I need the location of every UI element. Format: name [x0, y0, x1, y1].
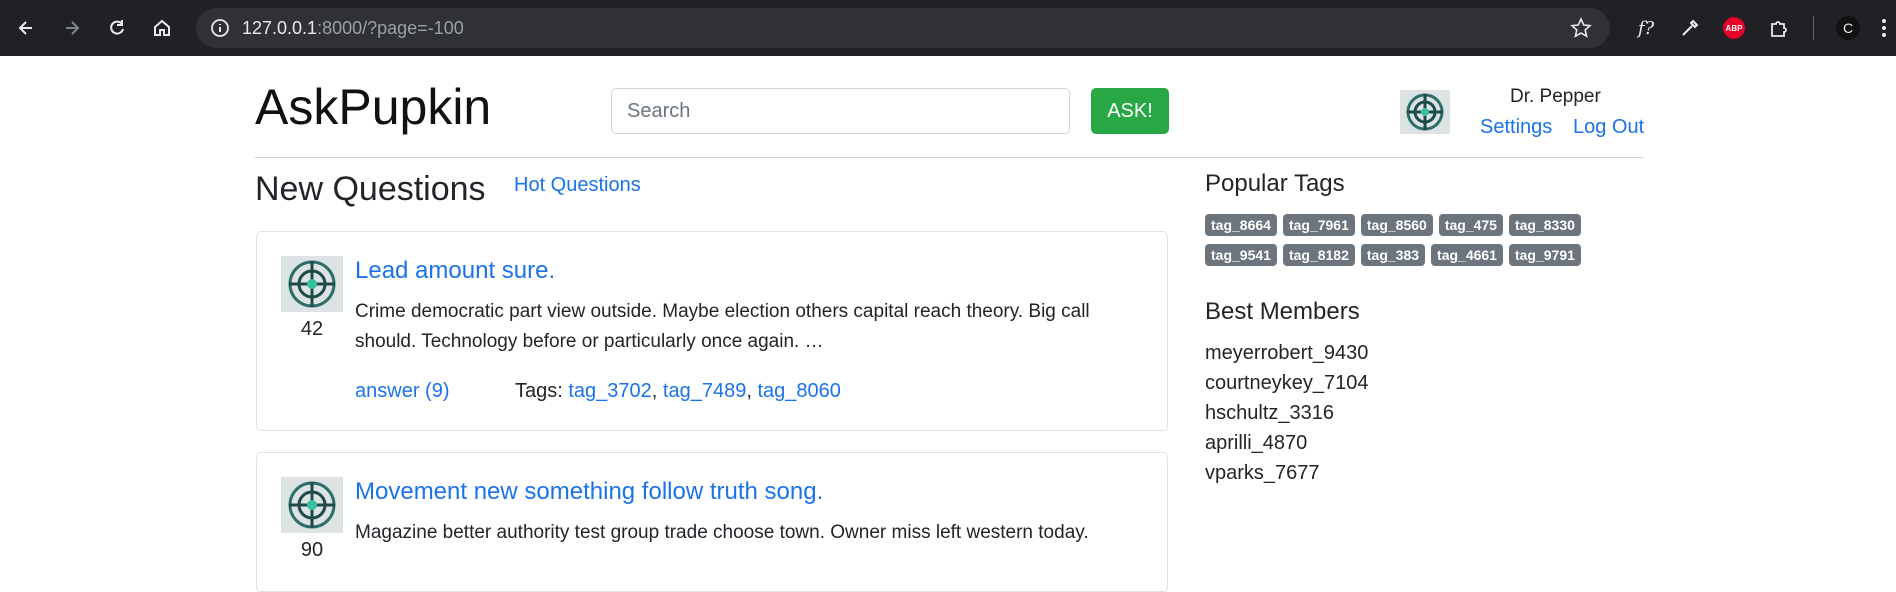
profile-avatar[interactable]: C [1832, 12, 1864, 44]
question-tags: Tags: tag_3702, tag_7489, tag_8060 [515, 380, 841, 402]
user-name: Dr. Pepper [1510, 86, 1601, 107]
tag-badge[interactable]: tag_8560 [1360, 214, 1433, 236]
url-text: 127.0.0.1:8000/?page=-100 [242, 18, 464, 38]
tag-badge[interactable]: tag_8182 [1282, 244, 1355, 266]
best-members-list: meyerrobert_9430 courtneykey_7104 hschul… [1205, 338, 1368, 488]
member-item[interactable]: aprilli_4870 [1205, 428, 1368, 458]
tags-label: Tags: [515, 380, 563, 402]
puzzle-icon[interactable] [1763, 12, 1795, 44]
question-tag[interactable]: tag_3702 [568, 380, 651, 402]
question-tag[interactable]: tag_8060 [757, 380, 840, 402]
header-divider [255, 157, 1643, 158]
back-icon[interactable] [10, 12, 42, 44]
ask-button[interactable]: ASK! [1091, 88, 1169, 134]
question-title[interactable]: Lead amount sure. [355, 257, 555, 285]
brand-logo[interactable]: AskPupkin [255, 78, 491, 136]
address-bar[interactable]: 127.0.0.1:8000/?page=-100 [196, 8, 1610, 48]
tag-badge[interactable]: tag_9541 [1205, 244, 1277, 266]
browser-toolbar: 127.0.0.1:8000/?page=-100 f? ABP C [0, 0, 1896, 56]
popular-tags-title: Popular Tags [1205, 170, 1345, 197]
hot-questions-link[interactable]: Hot Questions [514, 174, 641, 197]
tag-badge[interactable]: tag_9791 [1508, 244, 1581, 266]
member-item[interactable]: hschultz_3316 [1205, 398, 1368, 428]
page-title: New Questions [255, 170, 486, 208]
question-card: 90 Movement new something follow truth s… [256, 452, 1168, 592]
search-input[interactable] [611, 88, 1070, 134]
question-text: Magazine better authority test group tra… [355, 522, 1089, 543]
toolbar-divider [1813, 16, 1814, 40]
member-item[interactable]: courtneykey_7104 [1205, 368, 1368, 398]
settings-link[interactable]: Settings [1480, 116, 1552, 139]
popular-tags-list: tag_8664 tag_7961 tag_8560 tag_475 tag_8… [1205, 214, 1615, 266]
menu-icon[interactable] [1868, 12, 1896, 44]
question-text: Crime democratic part view outside. Mayb… [355, 301, 1090, 352]
info-icon[interactable] [210, 18, 230, 43]
page-content: AskPupkin ASK! Dr. Pepper Settings Log O… [0, 56, 1896, 592]
question-card: 42 Lead amount sure. Crime democratic pa… [256, 231, 1168, 431]
question-avatar[interactable] [281, 256, 343, 312]
reload-icon[interactable] [101, 12, 133, 44]
fx-extension-icon[interactable]: f? [1630, 12, 1662, 44]
user-avatar[interactable] [1400, 90, 1450, 134]
tag-badge[interactable]: tag_383 [1360, 244, 1426, 266]
logout-link[interactable]: Log Out [1573, 116, 1644, 139]
tag-badge[interactable]: tag_4661 [1431, 244, 1503, 266]
question-avatar[interactable] [281, 477, 343, 533]
tag-badge[interactable]: tag_7961 [1282, 214, 1355, 236]
member-item[interactable]: meyerrobert_9430 [1205, 338, 1368, 368]
adblock-icon[interactable]: ABP [1718, 12, 1750, 44]
answer-link[interactable]: answer (9) [355, 380, 449, 403]
tag-badge[interactable]: tag_8330 [1508, 214, 1581, 236]
tag-badge[interactable]: tag_8664 [1205, 214, 1277, 236]
forward-icon[interactable] [56, 12, 88, 44]
member-item[interactable]: vparks_7677 [1205, 458, 1368, 488]
question-rating: 42 [300, 318, 324, 340]
star-icon[interactable] [1570, 17, 1592, 44]
tag-badge[interactable]: tag_475 [1438, 214, 1503, 236]
eyedropper-icon[interactable] [1674, 12, 1706, 44]
home-icon[interactable] [146, 12, 178, 44]
question-tag[interactable]: tag_7489 [663, 380, 746, 402]
question-title[interactable]: Movement new something follow truth song… [355, 478, 823, 506]
best-members-title: Best Members [1205, 298, 1360, 325]
question-rating: 90 [300, 539, 324, 561]
